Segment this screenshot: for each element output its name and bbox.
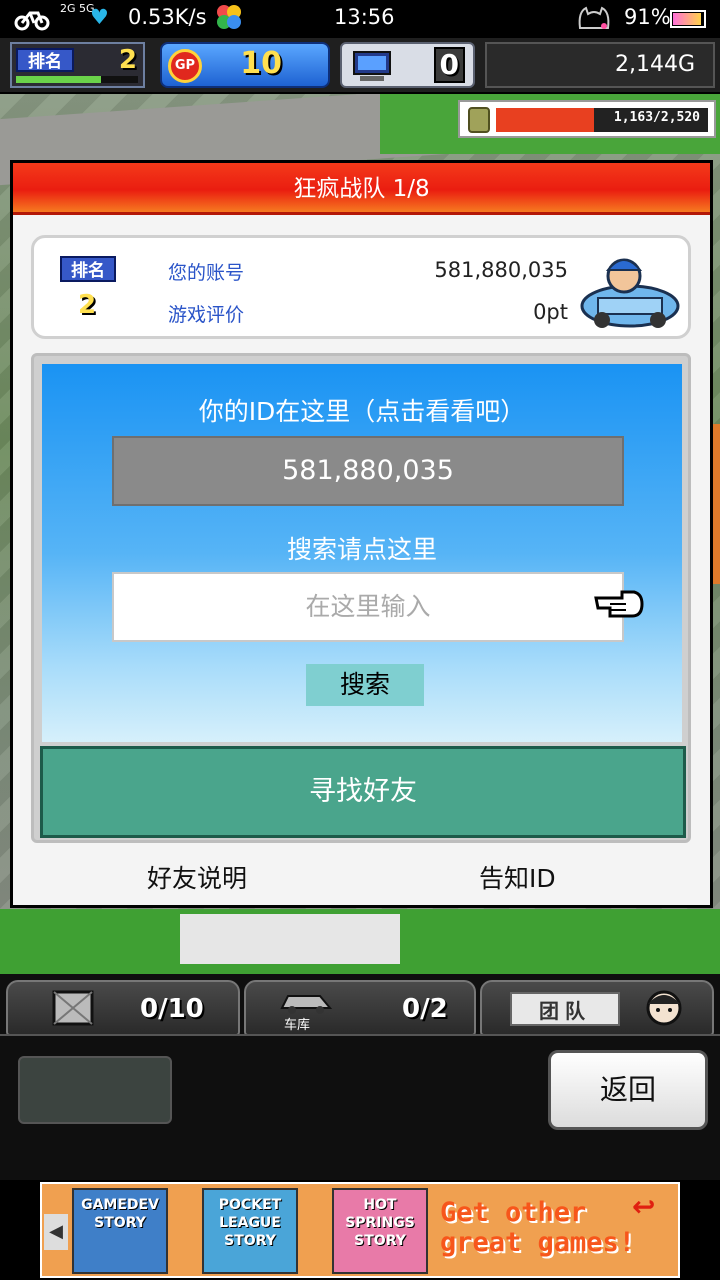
return-arrow-icon: ↩ xyxy=(632,1190,656,1223)
ad-game-pocket-league[interactable]: POCKET LEAGUE STORY xyxy=(202,1188,298,1274)
gold-amount: 2,144G xyxy=(485,42,715,88)
rank-progress-fill xyxy=(16,76,102,83)
ad-prev-arrow-icon[interactable]: ◀ xyxy=(44,1214,68,1250)
friend-search-dialog: 狂疯战队 1/8 排名 2 您的账号 581,880,035 游戏评价 0pt … xyxy=(10,160,713,908)
info-rank-value: 2 xyxy=(78,290,97,320)
account-label: 您的账号 xyxy=(168,262,245,284)
info-rank-label: 排名 xyxy=(60,256,116,282)
id-caption: 你的ID在这里（点击看看吧） xyxy=(198,397,526,426)
account-info-card: 排名 2 您的账号 581,880,035 游戏评价 0pt xyxy=(31,235,691,339)
back-button[interactable]: 返回 xyxy=(548,1050,708,1130)
search-caption: 搜索请点这里 xyxy=(286,535,437,564)
garage-value: 0/2 xyxy=(402,994,448,1024)
pointing-hand-icon xyxy=(594,590,644,618)
search-area: 你的ID在这里（点击看看吧） 581,880,035 搜索请点这里 在这里输入 … xyxy=(42,364,682,742)
status-bar: 2G 5G ♥ 0.53K/s 13:56 91% xyxy=(0,0,720,38)
rank-label: 排名 xyxy=(16,48,74,72)
clover-icon xyxy=(214,2,244,37)
cat-notification-icon xyxy=(574,2,614,39)
friend-help-link[interactable]: 好友说明 xyxy=(147,859,247,895)
search-panel: 你的ID在这里（点击看看吧） 581,880,035 搜索请点这里 在这里输入 … xyxy=(31,353,691,843)
ad-banner[interactable]: ◀ GAMEDEV STORY POCKET LEAGUE STORY HOT … xyxy=(0,1180,720,1280)
rank-panel[interactable]: 排名 2 xyxy=(10,42,145,88)
computer-panel[interactable]: 0 xyxy=(340,42,475,88)
staff-face-icon xyxy=(646,990,682,1026)
ad-game-hot-springs[interactable]: HOT SPRINGS STORY xyxy=(332,1188,428,1274)
gp-icon: GP xyxy=(168,49,202,83)
account-value: 581,880,035 xyxy=(434,258,568,282)
ad-content[interactable]: ◀ GAMEDEV STORY POCKET LEAGUE STORY HOT … xyxy=(40,1182,680,1278)
bottom-divider xyxy=(0,1034,720,1036)
ad-game-gamedev[interactable]: GAMEDEV STORY xyxy=(72,1188,168,1274)
stock-value: 0/10 xyxy=(140,994,204,1024)
energy-text: 1,163/2,520 xyxy=(613,110,700,125)
coin-stack-icon xyxy=(468,107,490,133)
dialog-title: 狂疯战队 1/8 xyxy=(13,163,710,215)
bike-icon xyxy=(14,5,50,36)
clock: 13:56 xyxy=(334,5,395,29)
heart-pulse-icon: ♥ xyxy=(90,5,109,29)
computer-value: 0 xyxy=(433,47,465,83)
crate-icon xyxy=(52,990,94,1026)
notify-id-link[interactable]: 告知ID xyxy=(479,859,556,895)
search-button[interactable]: 搜索 xyxy=(306,664,424,706)
gp-panel[interactable]: GP 10 xyxy=(160,42,330,88)
battery-icon xyxy=(670,9,706,33)
garage-tab[interactable]: 车库 0/2 xyxy=(244,980,476,1036)
empty-slot[interactable] xyxy=(18,1056,172,1124)
gp-value: 10 xyxy=(240,46,282,81)
energy-bar-fill xyxy=(496,108,594,132)
rating-label: 游戏评价 xyxy=(168,304,245,326)
fence xyxy=(180,914,400,964)
rating-value: 0pt xyxy=(533,300,568,324)
energy-meter: 1,163/2,520 xyxy=(458,100,716,138)
car-driver-icon xyxy=(580,258,680,328)
battery-percent: 91% xyxy=(624,5,671,29)
team-tab[interactable]: 团队 xyxy=(480,980,714,1036)
bottom-hud: 0/10 车库 0/2 团队 返回 xyxy=(0,974,720,1180)
computer-icon xyxy=(353,51,391,81)
top-hud: 排名 2 GP 10 0 2,144G xyxy=(0,38,720,94)
player-id-box[interactable]: 581,880,035 xyxy=(112,436,624,506)
search-id-input[interactable]: 在这里输入 xyxy=(112,572,624,642)
garage-car-icon xyxy=(280,995,333,1014)
rank-progress-bar xyxy=(16,76,138,83)
garage-label: 车库 xyxy=(284,1018,311,1033)
find-friend-button[interactable]: 寻找好友 xyxy=(40,746,686,838)
team-label: 团队 xyxy=(510,992,620,1026)
stock-tab[interactable]: 0/10 xyxy=(6,980,240,1036)
rank-value: 2 xyxy=(118,45,137,75)
network-speed: 0.53K/s xyxy=(128,5,207,29)
